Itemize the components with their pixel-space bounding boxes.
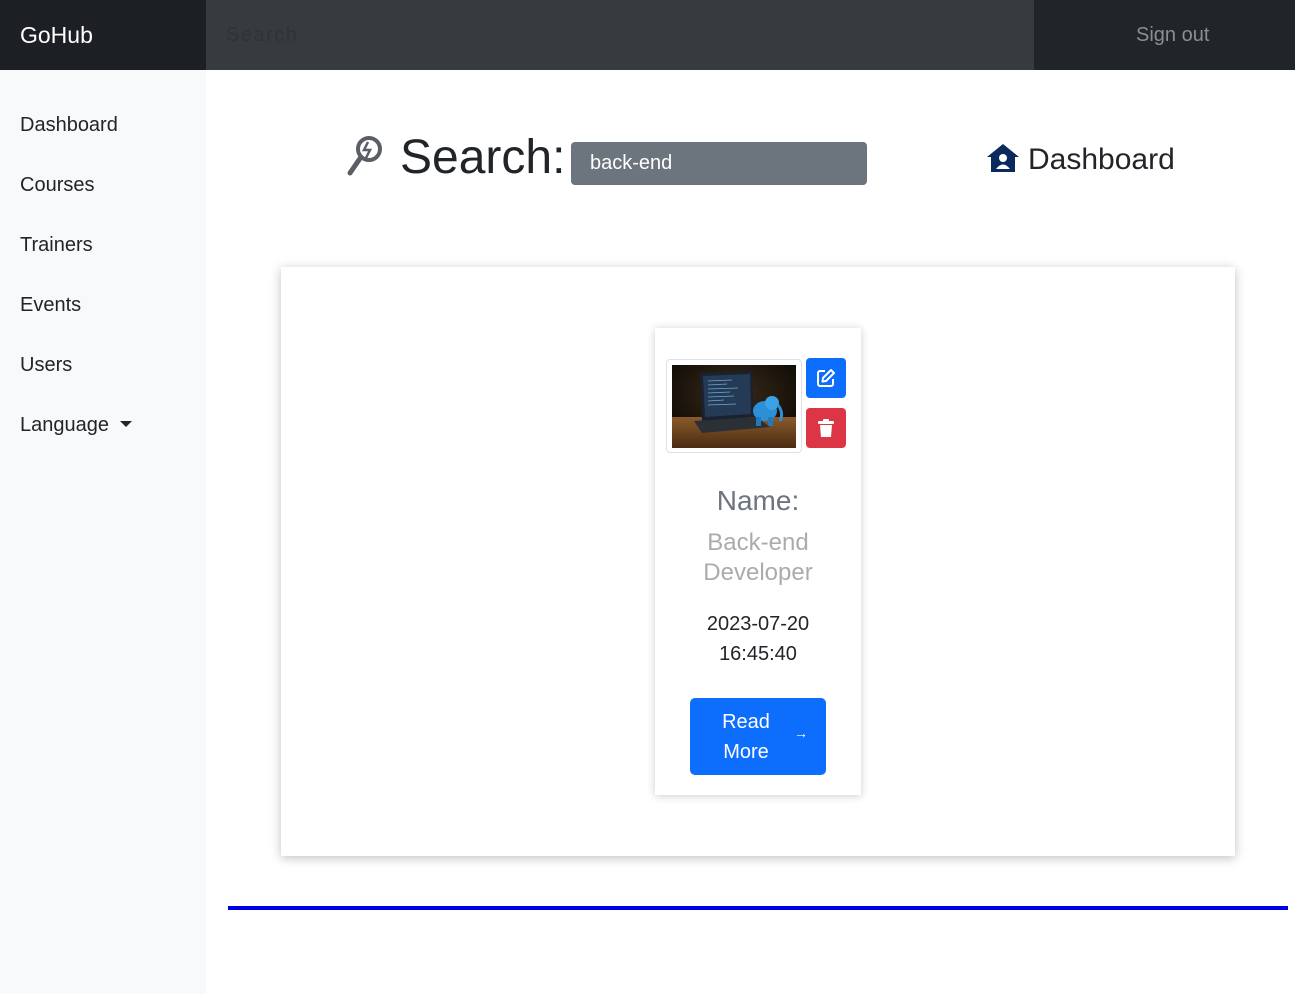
sidebar-item-courses[interactable]: Courses (20, 174, 94, 197)
dashboard-link-label: Dashboard (1028, 143, 1175, 176)
house-user-icon (987, 144, 1019, 172)
signout-link[interactable]: Sign out (1136, 0, 1209, 70)
divider-line (228, 906, 1288, 910)
sidebar: Dashboard Courses Trainers Events Users … (0, 70, 206, 994)
language-label: Language (20, 414, 109, 436)
edit-button[interactable] (806, 358, 846, 398)
brand-logo[interactable]: GoHub (0, 0, 206, 70)
sidebar-item-users[interactable]: Users (20, 354, 72, 377)
results-panel: Name: Back-end Developer 2023-07-20 16:4… (281, 267, 1235, 856)
card-date: 2023-07-20 16:45:40 (706, 613, 810, 665)
sidebar-item-language[interactable]: Language (20, 414, 132, 437)
sidebar-item-trainers[interactable]: Trainers (20, 234, 93, 257)
magnifier-icon (347, 136, 382, 176)
read-more-label: Read More (722, 711, 770, 763)
delete-button[interactable] (806, 408, 846, 448)
page-title: Search: (400, 131, 566, 184)
card-image (672, 365, 796, 448)
card-image-frame (666, 359, 802, 453)
trash-icon (818, 419, 834, 437)
read-more-button[interactable]: Read More → (690, 698, 826, 775)
search-input[interactable] (571, 142, 867, 185)
caret-down-icon (119, 421, 132, 427)
navbar-search-input[interactable] (206, 0, 1034, 70)
name-value: Back-end Developer (703, 529, 813, 586)
sidebar-item-events[interactable]: Events (20, 294, 81, 317)
result-card: Name: Back-end Developer 2023-07-20 16:4… (655, 328, 861, 795)
name-label: Name: (716, 485, 800, 516)
sidebar-item-dashboard[interactable]: Dashboard (20, 114, 118, 137)
top-navbar: GoHub Sign out (0, 0, 1295, 70)
arrow-right-icon: → (794, 725, 808, 741)
edit-icon (817, 369, 835, 387)
